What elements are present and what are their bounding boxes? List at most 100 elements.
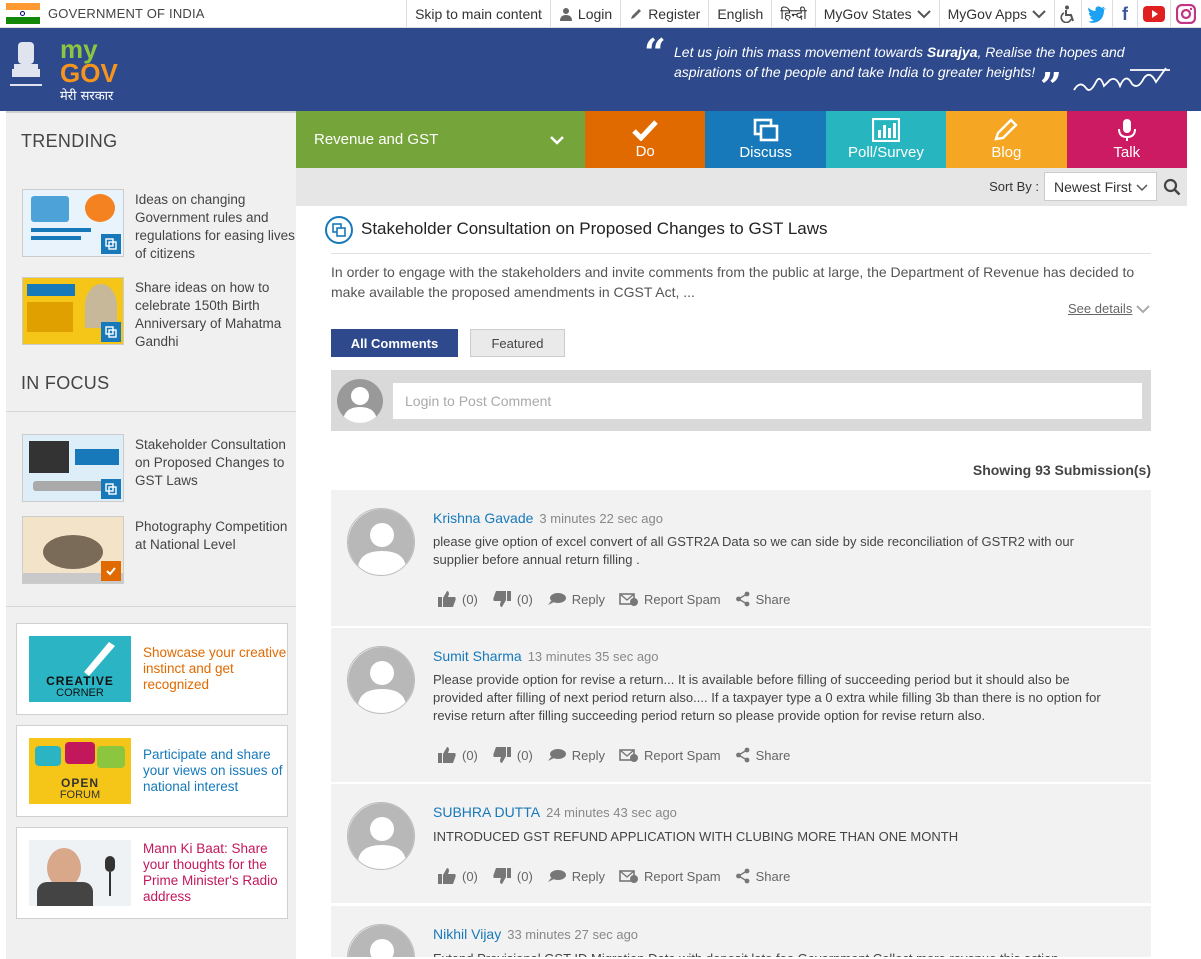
discuss-icon [753, 118, 778, 142]
national-emblem-icon[interactable] [6, 38, 46, 98]
comment-author-name: Sumit Sharma [433, 648, 522, 664]
reply-label: Reply [571, 591, 606, 607]
like-count: (0) [462, 591, 478, 607]
tab-discuss[interactable]: Discuss [705, 111, 826, 168]
login-link[interactable]: Login [549, 0, 620, 28]
accessibility-icon [1060, 5, 1074, 23]
creative-corner-text: Showcase your creative instinct and get … [143, 645, 287, 692]
comment-author-name: Krishna Gavade [433, 510, 534, 526]
comment-author[interactable]: Krishna Gavade 3 minutes 22 sec ago [433, 510, 663, 526]
instagram-link[interactable] [1170, 0, 1201, 28]
avatar [347, 508, 415, 576]
category-tabs: Revenue and GST Do Discuss Poll/Survey B… [296, 111, 1187, 168]
discuss-icon [325, 216, 353, 244]
trending-item-text: Share ideas on how to celebrate 150th Bi… [135, 280, 282, 349]
like-button[interactable]: (0) [437, 746, 478, 764]
youtube-link[interactable] [1137, 0, 1170, 28]
comment-text: please give option of excel convert of a… [433, 534, 1074, 567]
creative-corner-promo[interactable]: CREATIVE CORNER Showcase your creative i… [16, 623, 288, 715]
quote-close-icon: ” [1040, 64, 1062, 109]
share-button[interactable]: Share [735, 591, 790, 607]
focus-item[interactable]: Stakeholder Consultation on Proposed Cha… [6, 434, 296, 502]
sort-select[interactable]: Newest First [1044, 172, 1157, 201]
see-details-label: See details [1068, 301, 1133, 316]
youtube-icon [1143, 6, 1165, 22]
mann-ki-baat-text: Mann Ki Baat: Share your thoughts for th… [143, 841, 278, 904]
bar-chart-icon [871, 118, 900, 142]
pencil-icon [994, 118, 1019, 141]
open-forum-promo[interactable]: OPEN FORUM Participate and share your vi… [16, 725, 288, 817]
pm-quote: Let us join this mass movement towards S… [674, 42, 1134, 82]
comment-actions: (0) (0) Reply Report Spam Share [437, 746, 804, 764]
corner-label: CORNER [56, 687, 104, 699]
category-dropdown-label: Revenue and GST [314, 131, 439, 148]
like-button[interactable]: (0) [437, 590, 478, 608]
skip-to-main-link[interactable]: Skip to main content [406, 0, 550, 28]
comment-item: Nikhil Vijay 33 minutes 27 sec ago Extend… [331, 906, 1151, 959]
hindi-link[interactable]: हिन्दी [771, 0, 814, 28]
comment-actions: (0) (0) Reply Report Spam Share [437, 590, 804, 608]
like-button[interactable]: (0) [437, 867, 478, 885]
quote-text-a: Let us join this mass movement towards [674, 44, 927, 60]
mygov-logo[interactable]: my GOV मेरी सरकार [60, 36, 140, 106]
tab-featured[interactable]: Featured [470, 329, 565, 357]
comment-author[interactable]: Nikhil Vijay 33 minutes 27 sec ago [433, 926, 638, 942]
tab-blog[interactable]: Blog [946, 111, 1067, 168]
category-dropdown[interactable]: Revenue and GST [296, 111, 585, 168]
comment-time: 13 minutes 35 sec ago [527, 649, 659, 664]
trending-item[interactable]: Ideas on changing Government rules and r… [6, 189, 296, 263]
login-label: Login [577, 6, 613, 22]
dislike-button[interactable]: (0) [492, 590, 533, 608]
like-count: (0) [462, 747, 478, 763]
sort-label: Sort By : [989, 179, 1039, 194]
focus-thumbnail [22, 434, 124, 502]
report-spam-button[interactable]: Report Spam [619, 747, 721, 763]
reply-button[interactable]: Reply [547, 748, 605, 763]
register-link[interactable]: Register [620, 0, 708, 28]
comment-author[interactable]: Sumit Sharma 13 minutes 35 sec ago [433, 648, 659, 664]
search-icon[interactable] [1163, 178, 1181, 196]
focus-thumbnail [22, 516, 124, 584]
tab-all-comments[interactable]: All Comments [331, 329, 458, 357]
reply-button[interactable]: Reply [547, 869, 605, 884]
trending-item-text: Ideas on changing Government rules and r… [135, 192, 295, 261]
facebook-link[interactable]: f [1112, 0, 1137, 28]
post-comment-input[interactable] [393, 383, 1142, 419]
twitter-icon [1088, 6, 1106, 23]
mygov-states-dropdown[interactable]: MyGov States [814, 0, 939, 28]
mygov-apps-dropdown[interactable]: MyGov Apps [938, 0, 1054, 28]
twitter-link[interactable] [1081, 0, 1112, 28]
page-title: Stakeholder Consultation on Proposed Cha… [361, 219, 828, 238]
like-count: (0) [462, 868, 478, 884]
accessibility-button[interactable] [1054, 0, 1081, 28]
comment-author[interactable]: SUBHRA DUTTA 24 minutes 43 sec ago [433, 804, 677, 820]
report-spam-button[interactable]: Report Spam [619, 591, 721, 607]
quote-text-bold: Surajya [926, 44, 978, 60]
tab-do[interactable]: Do [585, 111, 706, 168]
tab-do-label: Do [635, 143, 655, 160]
focus-item[interactable]: Photography Competition at National Leve… [6, 516, 296, 584]
microphone-icon [1117, 119, 1136, 141]
tab-poll-survey[interactable]: Poll/Survey [825, 111, 947, 168]
dislike-button[interactable]: (0) [492, 867, 533, 885]
creative-label: CREATIVE [46, 674, 114, 688]
report-spam-button[interactable]: Report Spam [619, 868, 721, 884]
discussion-description: In order to engage with the stakeholders… [331, 264, 1135, 300]
tab-talk[interactable]: Talk [1066, 111, 1187, 168]
english-link[interactable]: English [708, 0, 771, 28]
share-button[interactable]: Share [735, 747, 791, 763]
dislike-button[interactable]: (0) [492, 746, 533, 764]
share-button[interactable]: Share [735, 868, 790, 884]
reply-label: Reply [571, 868, 606, 884]
reply-label: Reply [571, 747, 606, 763]
do-badge-icon [101, 561, 121, 581]
reply-icon [547, 870, 566, 882]
open-forum-image: OPEN FORUM [29, 738, 131, 804]
share-icon [735, 591, 750, 607]
share-label: Share [755, 747, 791, 763]
mann-ki-baat-promo[interactable]: Mann Ki Baat: Share your thoughts for th… [16, 827, 288, 919]
trending-item[interactable]: Share ideas on how to celebrate 150th Bi… [6, 277, 296, 351]
trending-thumbnail [22, 189, 124, 257]
reply-button[interactable]: Reply [547, 592, 605, 607]
see-details-link[interactable]: See details [1068, 301, 1151, 316]
